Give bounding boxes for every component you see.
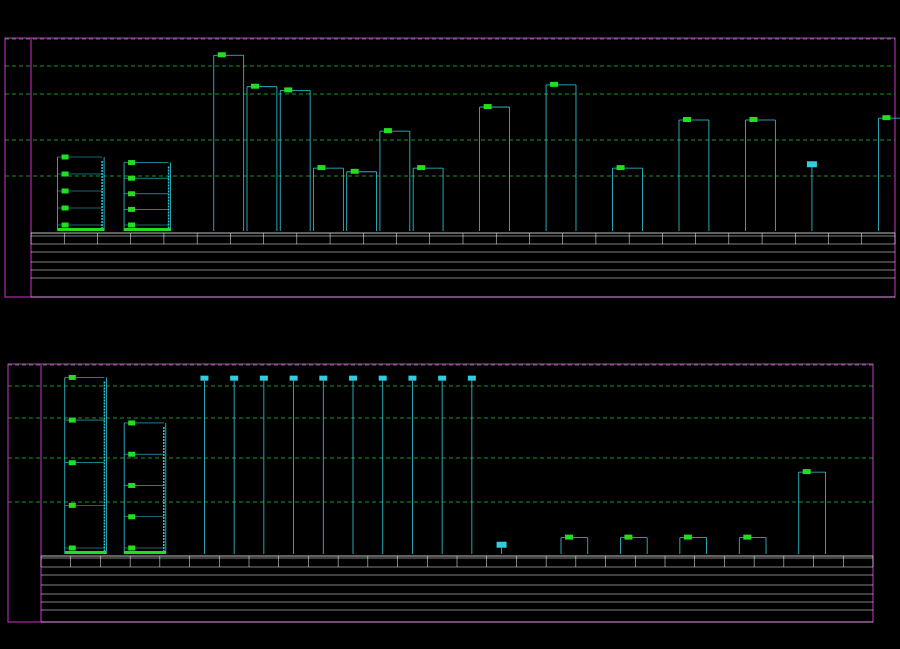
riser-head-icon <box>378 375 387 381</box>
riser-box-icon <box>496 541 507 548</box>
device-icon <box>68 545 76 551</box>
base-device-icon <box>64 551 107 554</box>
device-icon <box>743 534 752 540</box>
riser-head-icon <box>259 375 268 381</box>
device-icon <box>61 188 69 194</box>
riser-head-icon <box>289 375 298 381</box>
device-icon <box>217 52 226 58</box>
device-icon <box>128 482 136 488</box>
device-icon <box>61 154 69 160</box>
device-icon <box>251 83 259 89</box>
device-icon <box>383 128 392 134</box>
device-icon <box>128 206 136 212</box>
device-icon <box>616 165 625 171</box>
base-device-icon <box>124 228 171 231</box>
device-icon <box>128 222 136 228</box>
base-device-icon <box>57 228 105 231</box>
riser-head-icon <box>319 375 328 381</box>
device-icon <box>128 514 136 520</box>
base-device-icon <box>124 551 166 554</box>
device-icon <box>317 165 326 171</box>
device-icon <box>128 160 136 166</box>
device-icon <box>483 104 492 110</box>
riser-head-icon <box>200 375 209 381</box>
device-icon <box>128 545 136 551</box>
device-icon <box>565 534 573 540</box>
device-icon <box>350 168 359 174</box>
device-icon <box>68 417 76 423</box>
device-icon <box>749 117 758 122</box>
device-icon <box>68 502 76 508</box>
device-icon <box>550 81 559 87</box>
device-icon <box>128 191 136 197</box>
device-icon <box>128 175 136 181</box>
riser-head-icon <box>467 375 476 381</box>
device-icon <box>683 117 691 122</box>
riser-box-icon <box>806 161 817 168</box>
device-icon <box>624 534 633 540</box>
riser-head-icon <box>230 375 239 381</box>
riser-head-icon <box>438 375 447 381</box>
device-icon <box>68 460 76 466</box>
device-icon <box>882 115 891 121</box>
device-icon <box>68 374 76 380</box>
device-icon <box>284 87 293 93</box>
riser-head-icon <box>349 375 357 381</box>
device-icon <box>61 205 69 211</box>
device-icon <box>128 451 136 457</box>
riser-head-icon <box>408 375 417 381</box>
riser-diagram-canvas <box>0 0 900 649</box>
device-icon <box>683 534 692 540</box>
device-icon <box>128 420 136 426</box>
device-icon <box>802 469 811 475</box>
device-icon <box>61 171 69 177</box>
device-icon <box>61 222 69 228</box>
device-icon <box>417 165 426 171</box>
